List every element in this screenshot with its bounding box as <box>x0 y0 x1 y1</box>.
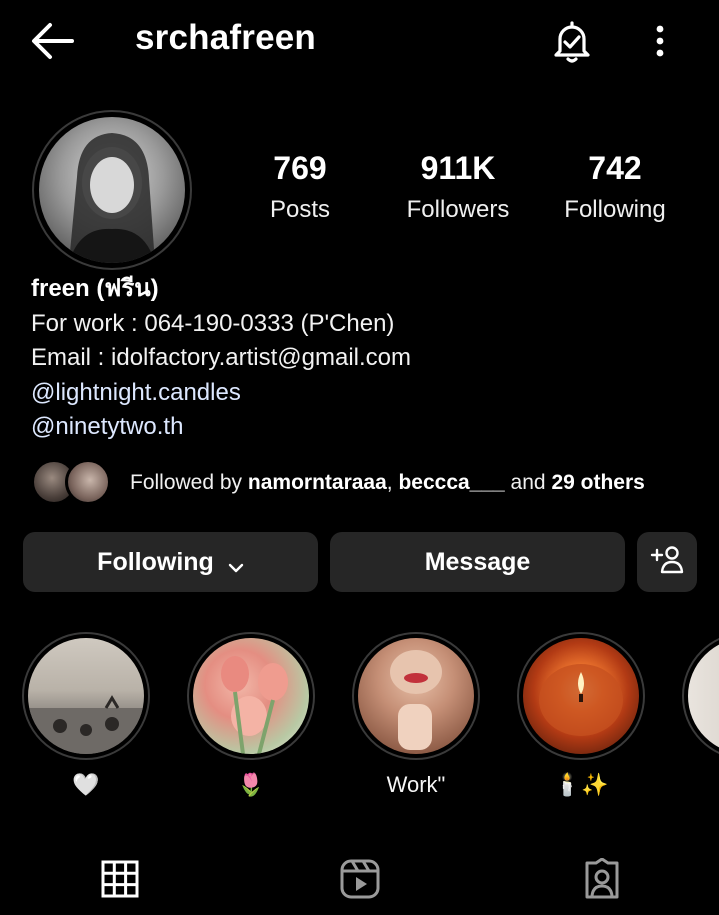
profile-page: srchafreen 769 Posts 911K Followers 742 … <box>0 0 719 915</box>
highlight-cover-ring <box>517 632 645 760</box>
following-button[interactable]: Following <box>23 532 318 592</box>
bio-mention-link[interactable]: @lightnight.candles <box>31 376 701 411</box>
following-count: 742 <box>588 150 642 186</box>
highlight-cover <box>688 638 719 754</box>
grid-icon[interactable] <box>95 854 145 904</box>
highlight-cover <box>28 638 144 754</box>
followers-stat[interactable]: 911K Followers <box>388 150 528 224</box>
highlight-cover <box>358 638 474 754</box>
followed-by[interactable]: Followed by namorntaraaa, beccca___ and … <box>31 457 711 511</box>
followers-count: 911K <box>420 150 496 186</box>
profile-avatar[interactable] <box>32 110 192 270</box>
highlight-item[interactable]: 🌷 <box>187 632 319 802</box>
display-name: freen (ฟรีน) <box>31 275 159 302</box>
message-button-label: Message <box>424 547 531 576</box>
reels-icon[interactable] <box>335 854 385 904</box>
top-bar: srchafreen <box>0 0 719 82</box>
followed-by-and: and <box>504 471 552 494</box>
following-label: Following <box>564 196 666 223</box>
highlight-label: 🕯️✨ <box>553 772 609 797</box>
highlight-cover <box>523 638 639 754</box>
chevron-down-icon <box>228 554 244 573</box>
highlight-cover-ring <box>682 632 719 760</box>
posts-count: 769 <box>273 150 327 186</box>
followed-by-prefix: Followed by <box>130 471 248 494</box>
followed-by-separator: , <box>386 471 399 494</box>
followers-label: Followers <box>406 196 510 223</box>
profile-stats: 769 Posts 911K Followers 742 Following <box>240 150 700 240</box>
bio-email-line: Email : idolfactory.artist@gmail.com <box>31 344 412 371</box>
highlight-item[interactable]: 🕯️✨ <box>517 632 649 802</box>
highlight-cover-ring <box>352 632 480 760</box>
posts-label: Posts <box>269 196 331 223</box>
message-button[interactable]: Message <box>330 532 625 592</box>
avatar-photo <box>39 117 185 263</box>
bio-work-line: For work : 064-190-0333 (P'Chen) <box>31 309 395 337</box>
highlight-label: Work" <box>386 772 446 797</box>
highlight-item[interactable]: W <box>682 632 719 802</box>
highlight-label: W <box>682 772 719 798</box>
highlight-item[interactable]: Work" <box>352 632 484 802</box>
profile-username: srchafreen <box>135 18 316 57</box>
mutual-user: namorntaraaa <box>247 471 387 494</box>
following-stat[interactable]: 742 Following <box>545 150 685 224</box>
profile-tabs <box>0 840 719 915</box>
highlight-label: 🤍 <box>72 772 100 797</box>
bio-mention-link[interactable]: @ninetytwo.th <box>31 410 701 445</box>
mutual-user: beccca___ <box>398 471 505 494</box>
person-add-icon <box>650 544 684 581</box>
highlight-label: 🌷 <box>237 772 265 797</box>
suggested-users-button[interactable] <box>637 532 697 592</box>
story-highlights: 🤍 🌷 Work" 🕯️✨ <box>0 632 719 807</box>
followed-by-text: Followed by namorntaraaa, beccca___ and … <box>130 471 645 495</box>
highlight-item[interactable]: 🤍 <box>22 632 154 802</box>
mutual-avatar <box>65 459 111 505</box>
more-options-icon[interactable] <box>640 18 680 66</box>
posts-stat[interactable]: 769 Posts <box>230 150 370 224</box>
following-button-label: Following <box>97 547 214 576</box>
highlight-cover-ring <box>22 632 150 760</box>
profile-bio: freen (ฟรีน) For work : 064-190-0333 (P'… <box>31 272 701 445</box>
back-arrow-icon[interactable] <box>28 20 76 62</box>
mutual-others-count: 29 others <box>551 471 645 494</box>
notification-bell-icon[interactable] <box>548 18 596 66</box>
highlight-cover <box>193 638 309 754</box>
tagged-icon[interactable] <box>577 854 627 904</box>
highlight-cover-ring <box>187 632 315 760</box>
